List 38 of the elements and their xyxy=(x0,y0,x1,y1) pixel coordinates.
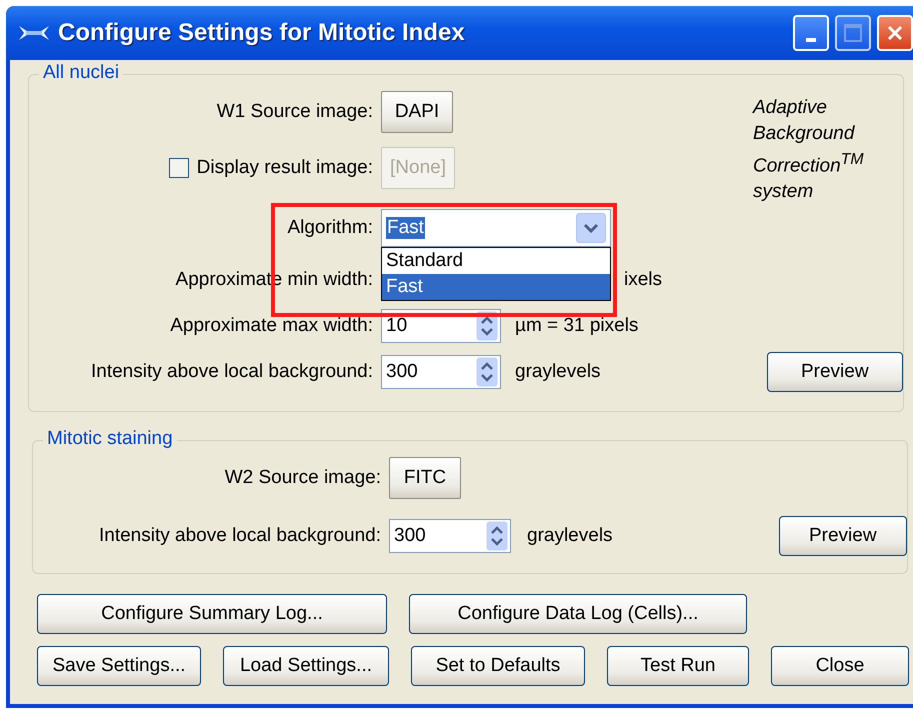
field-label: Approximate max width: xyxy=(169,315,373,337)
preview-button[interactable]: Preview xyxy=(778,516,907,556)
spin-field[interactable]: 300 xyxy=(381,355,501,389)
action-button[interactable]: Test Run xyxy=(607,646,749,686)
unit-label: µm = 31 pixels xyxy=(515,315,638,337)
configure-log-button[interactable]: Configure Summary Log... xyxy=(37,594,387,634)
minimize-icon xyxy=(806,38,816,42)
field-label: W1 Source image: xyxy=(216,101,373,123)
group-title: Mitotic staining xyxy=(43,428,177,450)
field-label: W2 Source image: xyxy=(224,467,381,489)
source-image-button[interactable]: DAPI xyxy=(381,91,453,133)
minimize-button[interactable] xyxy=(793,15,829,51)
action-button[interactable]: Save Settings... xyxy=(37,646,201,686)
checkbox-label[interactable]: Display result image: xyxy=(196,157,373,179)
unit-label: graylevels xyxy=(527,525,613,547)
maximize-icon xyxy=(843,23,863,43)
preview-button[interactable]: Preview xyxy=(766,352,903,392)
spinner-arrows-icon[interactable] xyxy=(476,357,498,387)
close-button[interactable] xyxy=(877,15,913,51)
action-button[interactable]: Set to Defaults xyxy=(411,646,585,686)
dropdown-option[interactable]: Fast xyxy=(382,274,610,300)
window-title: Configure Settings for Mitotic Index xyxy=(58,19,465,47)
unit-label: ixels xyxy=(624,269,662,291)
source-image-button[interactable]: FITC xyxy=(389,457,461,499)
action-button[interactable]: Close xyxy=(771,646,909,686)
unit-label: graylevels xyxy=(515,361,601,383)
checkbox[interactable] xyxy=(168,158,189,178)
close-icon xyxy=(885,23,905,43)
spinner-arrows-icon[interactable] xyxy=(486,521,508,551)
field-label: Intensity above local background: xyxy=(90,361,373,383)
field-label: Algorithm: xyxy=(286,217,373,239)
action-button[interactable]: Load Settings... xyxy=(223,646,389,686)
algorithm-dropdown[interactable]: Fast xyxy=(381,209,611,247)
field-label: Intensity above local background: xyxy=(98,525,381,547)
dropdown-option[interactable]: Standard xyxy=(382,248,610,274)
configure-log-button[interactable]: Configure Data Log (Cells)... xyxy=(409,594,747,634)
system-note: Adaptive Background Correction$^{TM}$ system xyxy=(753,96,865,204)
spin-field[interactable]: 300 xyxy=(389,519,511,553)
